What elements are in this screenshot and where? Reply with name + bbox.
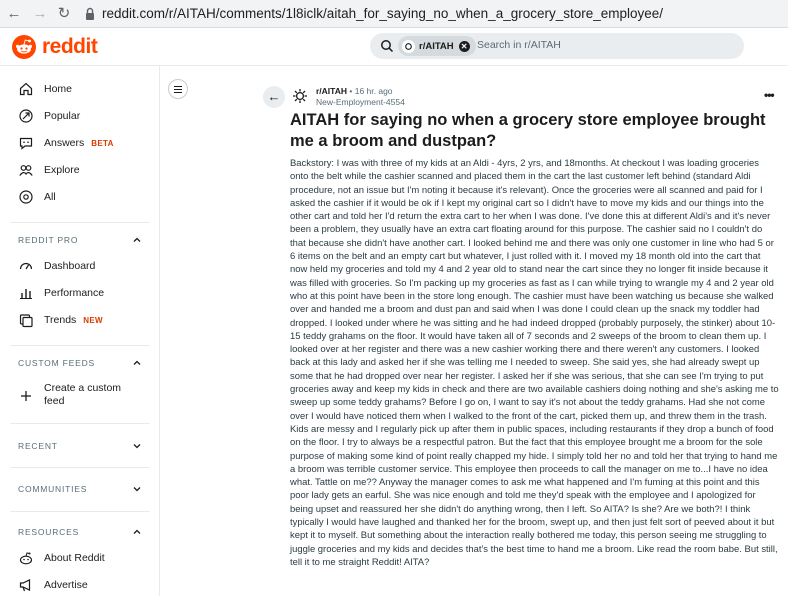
chevron-down-icon (133, 487, 141, 492)
performance-icon (20, 289, 32, 299)
section-resources[interactable]: RESOURCES (18, 524, 142, 540)
sidebar-item-all[interactable]: All (18, 187, 56, 207)
lock-icon (86, 7, 94, 20)
search-input[interactable]: Search in r/AITAH (477, 39, 561, 51)
trends-icon (19, 314, 33, 328)
section-communities[interactable]: COMMUNITIES (18, 481, 142, 497)
sidebar-divider (10, 467, 150, 468)
sidebar-item-label: Popular (44, 110, 81, 122)
sidebar-divider (10, 222, 150, 223)
dashboard-icon (19, 262, 33, 270)
sidebar-divider (10, 423, 150, 424)
sidebar-item-popular[interactable]: Popular (18, 106, 80, 126)
explore-icon (19, 165, 33, 176)
plus-icon (21, 391, 31, 401)
popular-icon (19, 109, 33, 123)
arrow-left-icon: ← (267, 89, 281, 104)
post-timestamp: • 16 hr. ago (349, 86, 393, 96)
logo-text: reddit (42, 35, 98, 58)
more-options-icon[interactable]: ••• (764, 88, 775, 102)
sidebar-item-label: Answers (44, 137, 85, 149)
section-title: RECENT (18, 441, 58, 451)
site-header: reddit r/AITAH ✕ Search in r/AITAH (0, 28, 788, 66)
section-recent[interactable]: RECENT (18, 438, 142, 454)
sidebar-item-label: Create a custom feed (44, 382, 122, 407)
chevron-down-icon (133, 444, 141, 449)
post-title: AITAH for saying no when a grocery store… (290, 111, 766, 150)
all-icon (19, 190, 33, 204)
url-text[interactable]: reddit.com/r/AITAH/comments/1l8iclk/aita… (102, 6, 663, 21)
reddit-logo[interactable]: reddit (12, 34, 98, 60)
browser-forward-icon[interactable]: → (30, 4, 50, 24)
back-button[interactable]: ← (263, 86, 285, 108)
post-author[interactable]: New-Employment-4554 (316, 97, 405, 107)
reddit-alien-icon (19, 552, 33, 565)
sidebar-item-label: All (44, 191, 56, 203)
sidebar-divider (10, 345, 150, 346)
sidebar-item-home[interactable]: Home (18, 79, 72, 99)
search-icon (381, 40, 394, 53)
sidebar-item-label: Explore (44, 164, 80, 176)
chevron-up-icon (133, 360, 141, 365)
sidebar-item-trends[interactable]: Trends NEW (18, 310, 103, 330)
sidebar-item-advertise[interactable]: Advertise (18, 575, 88, 595)
address-bar[interactable]: reddit.com/r/AITAH/comments/1l8iclk/aita… (76, 3, 782, 25)
sidebar-item-answers[interactable]: Answers BETA (18, 133, 114, 153)
left-sidebar: Home Popular Answers BETA Explore All RE… (0, 66, 160, 596)
browser-reload-icon[interactable]: ↻ (54, 4, 74, 24)
section-title: CUSTOM FEEDS (18, 358, 95, 368)
post-body: Backstory: I was with three of my kids a… (290, 158, 779, 568)
section-title: RESOURCES (18, 527, 80, 537)
sidebar-divider (10, 511, 150, 512)
new-badge: NEW (83, 315, 103, 325)
sidebar-item-label: Home (44, 83, 73, 95)
megaphone-icon (19, 579, 31, 592)
sidebar-item-label: About Reddit (44, 552, 105, 564)
sidebar-toggle-button[interactable] (168, 79, 188, 99)
subreddit-link[interactable]: r/AITAH (316, 86, 347, 96)
sidebar-item-label: Performance (44, 287, 105, 299)
subreddit-avatar-icon[interactable] (291, 87, 309, 105)
sidebar-item-performance[interactable]: Performance (18, 283, 104, 303)
sidebar-item-dashboard[interactable]: Dashboard (18, 256, 95, 276)
search-chip-label: r/AITAH (419, 40, 454, 52)
search-scope-chip[interactable]: r/AITAH ✕ (398, 36, 476, 56)
sidebar-item-label: Dashboard (44, 260, 96, 272)
browser-toolbar: ← → ↻ reddit.com/r/AITAH/comments/1l8icl… (0, 0, 788, 28)
home-icon (19, 82, 33, 96)
sidebar-item-label: Advertise (44, 579, 88, 591)
sidebar-item-explore[interactable]: Explore (18, 160, 80, 180)
chevron-up-icon (133, 237, 141, 242)
chevron-up-icon (133, 529, 141, 534)
sidebar-item-label: Trends (44, 314, 77, 326)
create-custom-feed-button[interactable]: Create a custom feed (18, 382, 128, 410)
section-title: REDDIT PRO (18, 235, 79, 245)
chip-close-icon[interactable]: ✕ (458, 40, 470, 52)
search-bar[interactable]: r/AITAH ✕ Search in r/AITAH (370, 33, 744, 59)
sidebar-item-about-reddit[interactable]: About Reddit (18, 548, 105, 568)
beta-badge: BETA (91, 138, 114, 148)
browser-back-icon[interactable]: ← (4, 4, 24, 24)
section-title: COMMUNITIES (18, 484, 88, 494)
section-custom-feeds[interactable]: CUSTOM FEEDS (18, 355, 142, 371)
post-meta: r/AITAH • 16 hr. ago (316, 86, 393, 96)
section-reddit-pro[interactable]: REDDIT PRO (18, 232, 142, 248)
answers-icon (19, 137, 33, 150)
reddit-snoo-icon (12, 35, 36, 59)
subreddit-avatar-icon (402, 39, 415, 53)
